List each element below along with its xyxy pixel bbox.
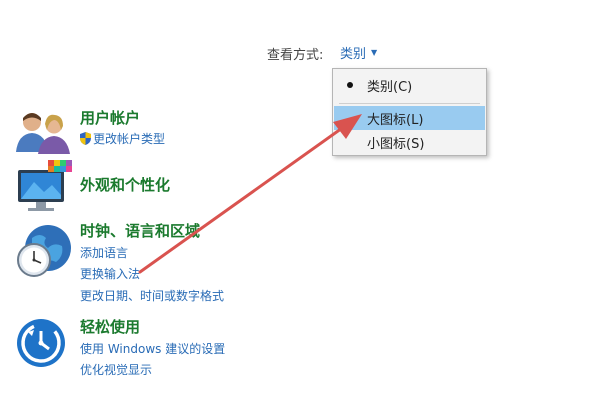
annotation-arrow xyxy=(138,114,362,274)
